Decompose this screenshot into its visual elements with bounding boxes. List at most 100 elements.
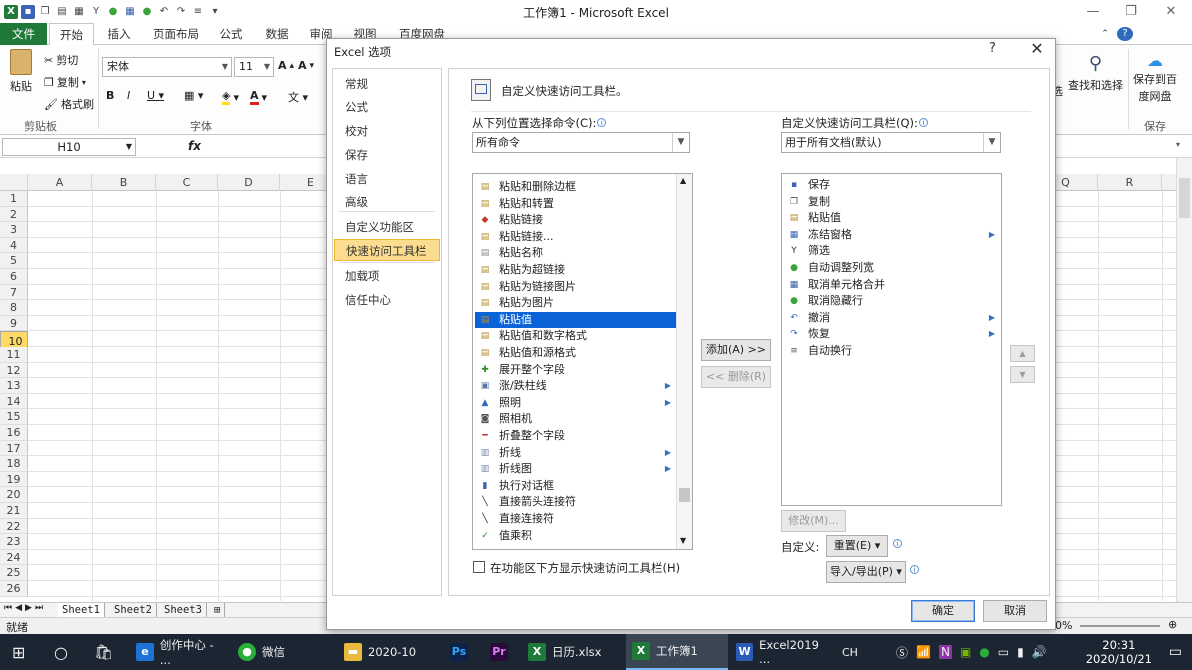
wifi-icon[interactable]: 📶	[916, 645, 931, 659]
start-icon[interactable]: ⊞	[6, 634, 25, 670]
command-item[interactable]: ▤ 粘贴和转置	[475, 196, 677, 213]
minimize-icon[interactable]: —	[1074, 0, 1112, 23]
row-header[interactable]: 2	[0, 206, 28, 223]
column-header[interactable]: D	[218, 174, 280, 191]
add-button[interactable]: 添加(A) >>	[701, 339, 771, 361]
qat-item[interactable]: ▤ 粘贴值	[784, 210, 999, 227]
command-item[interactable]: ✚ 展开整个字段	[475, 362, 677, 379]
show-below-ribbon-checkbox[interactable]	[473, 561, 485, 573]
command-item[interactable]: ▤ 粘贴为链接图片	[475, 279, 677, 296]
command-item[interactable]: ▮ 执行对话框	[475, 478, 677, 495]
ribbon-collapse-icon[interactable]: ⌃	[1098, 23, 1112, 45]
wrap-text-icon[interactable]: ≡	[191, 5, 205, 19]
row-header[interactable]: 8	[0, 300, 28, 316]
copy-icon[interactable]: ❐	[38, 5, 52, 19]
command-item[interactable]: ╲ 直接连接符	[475, 511, 677, 528]
name-box[interactable]: H10 ▼	[2, 138, 136, 156]
taskbar-item-photoshop[interactable]: Ps	[444, 634, 468, 670]
search-icon[interactable]: ○	[48, 634, 68, 670]
save-baidu-button[interactable]: ☁ 保存到百 度网盘	[1133, 51, 1177, 104]
row-header[interactable]: 11	[0, 347, 28, 363]
find-select-button[interactable]: ⚲ 查找和选择	[1068, 53, 1123, 93]
choose-from-select[interactable]: 所有命令 ▼	[472, 132, 690, 153]
bold-icon[interactable]: B	[106, 89, 114, 102]
column-header[interactable]: B	[92, 174, 156, 191]
paste-value-icon[interactable]: ▤	[55, 5, 69, 19]
clock[interactable]: 20:31 2020/10/21	[1086, 638, 1152, 666]
commands-scrollbar[interactable]: ▲ ▼	[676, 174, 692, 549]
row-header[interactable]: 17	[0, 440, 28, 457]
row-header[interactable]: 21	[0, 503, 28, 519]
scrollbar-thumb[interactable]	[1179, 178, 1190, 218]
zoom-slider[interactable]	[1080, 625, 1160, 627]
unhide-icon[interactable]: ●	[140, 5, 154, 19]
nav-formulas[interactable]: 公式	[334, 96, 440, 118]
column-header[interactable]: A	[28, 174, 92, 191]
zoom-in-icon[interactable]: ⊕	[1168, 618, 1177, 631]
command-item[interactable]: ━ 折叠整个字段	[475, 428, 677, 445]
command-item[interactable]: ▤ 粘贴值和源格式	[475, 345, 677, 362]
wechat-tray-icon[interactable]: ●	[979, 645, 989, 659]
fill-color-icon[interactable]: ◈ ▾	[222, 89, 239, 105]
italic-icon[interactable]: I	[127, 89, 130, 102]
nav-addins[interactable]: 加载项	[334, 265, 440, 287]
qat-item[interactable]: Y 筛选	[784, 243, 999, 260]
row-header[interactable]: 20	[0, 487, 28, 503]
remove-button[interactable]: << 删除(R)	[701, 366, 771, 388]
row-header[interactable]: 26	[0, 581, 28, 597]
nav-general[interactable]: 常规	[334, 73, 440, 95]
volume-icon[interactable]: 🔊	[1032, 645, 1047, 659]
shrink-font-icon[interactable]: A ▾	[298, 59, 314, 72]
column-header[interactable]: R	[1098, 174, 1162, 191]
select-all-corner[interactable]	[0, 174, 28, 191]
row-header[interactable]: 5	[0, 253, 28, 269]
row-header[interactable]: 6	[0, 269, 28, 285]
sheet-nav-arrows-icon[interactable]: ⏮◀▶⏭	[4, 603, 46, 613]
ok-button[interactable]: 确定	[911, 600, 975, 622]
dialog-close-button[interactable]: ✕	[1027, 39, 1047, 58]
freeze-panes-icon[interactable]: ▦	[72, 5, 86, 19]
taskbar-item-chuangzuo[interactable]: e 创作中心 - ...	[130, 634, 228, 670]
command-item[interactable]: ◙ 照相机	[475, 411, 677, 428]
row-header[interactable]: 4	[0, 237, 28, 254]
qat-item[interactable]: ▦ 冻结窗格 ▶	[784, 227, 999, 244]
command-item[interactable]: ▤ 粘贴和删除边框	[475, 179, 677, 196]
taskbar-item-folder[interactable]: ▬ 2020-10	[338, 634, 436, 670]
customize-qat-icon[interactable]: ▾	[208, 5, 222, 19]
row-header[interactable]: 18	[0, 456, 28, 472]
tab-data[interactable]: 数据	[258, 23, 296, 45]
command-item[interactable]: ▥ 折线图 ▶	[475, 461, 677, 478]
taskbar-item-workbook1[interactable]: X 工作簿1	[626, 634, 728, 670]
row-header[interactable]: 16	[0, 425, 28, 441]
command-item[interactable]: ◆ 粘贴链接	[475, 212, 677, 229]
nvidia-icon[interactable]: ▣	[960, 645, 971, 659]
format-painter-button[interactable]: 🖌 格式刷	[44, 96, 94, 112]
command-item[interactable]: ✓ 值乘积	[475, 528, 677, 545]
qat-item[interactable]: ● 取消隐藏行	[784, 293, 999, 310]
nav-save[interactable]: 保存	[334, 144, 440, 166]
row-header[interactable]: 13	[0, 378, 28, 394]
qat-item[interactable]: ≡ 自动换行	[784, 343, 999, 360]
nav-customize-ribbon[interactable]: 自定义功能区	[334, 216, 440, 238]
nav-trust-center[interactable]: 信任中心	[334, 289, 440, 311]
customize-qat-select[interactable]: 用于所有文档(默认) ▼	[781, 132, 1001, 153]
grow-font-icon[interactable]: A ▴	[278, 59, 294, 72]
scrollbar-thumb[interactable]	[679, 488, 690, 502]
import-export-button[interactable]: 导入/导出(P) ▾	[826, 561, 906, 583]
tab-file[interactable]: 文件	[0, 23, 47, 45]
reset-button[interactable]: 重置(E) ▾	[826, 535, 888, 557]
tab-insert[interactable]: 插入	[100, 23, 138, 45]
commands-list[interactable]: ▤ 粘贴和删除边框 ▤ 粘贴和转置 ◆ 粘贴链接 ▤ 粘贴链接... ▤ 粘贴名称 ▤ 粘贴为超链接 ▤…	[472, 173, 693, 550]
nav-quick-access-toolbar[interactable]: 快速访问工具栏	[334, 239, 440, 261]
command-item[interactable]: ▥ 折线 ▶	[475, 445, 677, 462]
row-header[interactable]: 23	[0, 534, 28, 550]
command-item[interactable]: ▤ 粘贴为超链接	[475, 262, 677, 279]
expand-formula-icon[interactable]: ▾	[1176, 140, 1180, 149]
sound-s-icon[interactable]: Ⓢ	[896, 644, 908, 661]
sheet-tab[interactable]: Sheet3	[160, 603, 207, 618]
move-down-button[interactable]: ▼	[1010, 366, 1035, 383]
redo-icon[interactable]: ↷	[174, 5, 188, 19]
nav-language[interactable]: 语言	[334, 168, 440, 190]
dialog-help-button[interactable]: ?	[989, 41, 996, 56]
ime-indicator[interactable]: CH	[836, 634, 858, 670]
